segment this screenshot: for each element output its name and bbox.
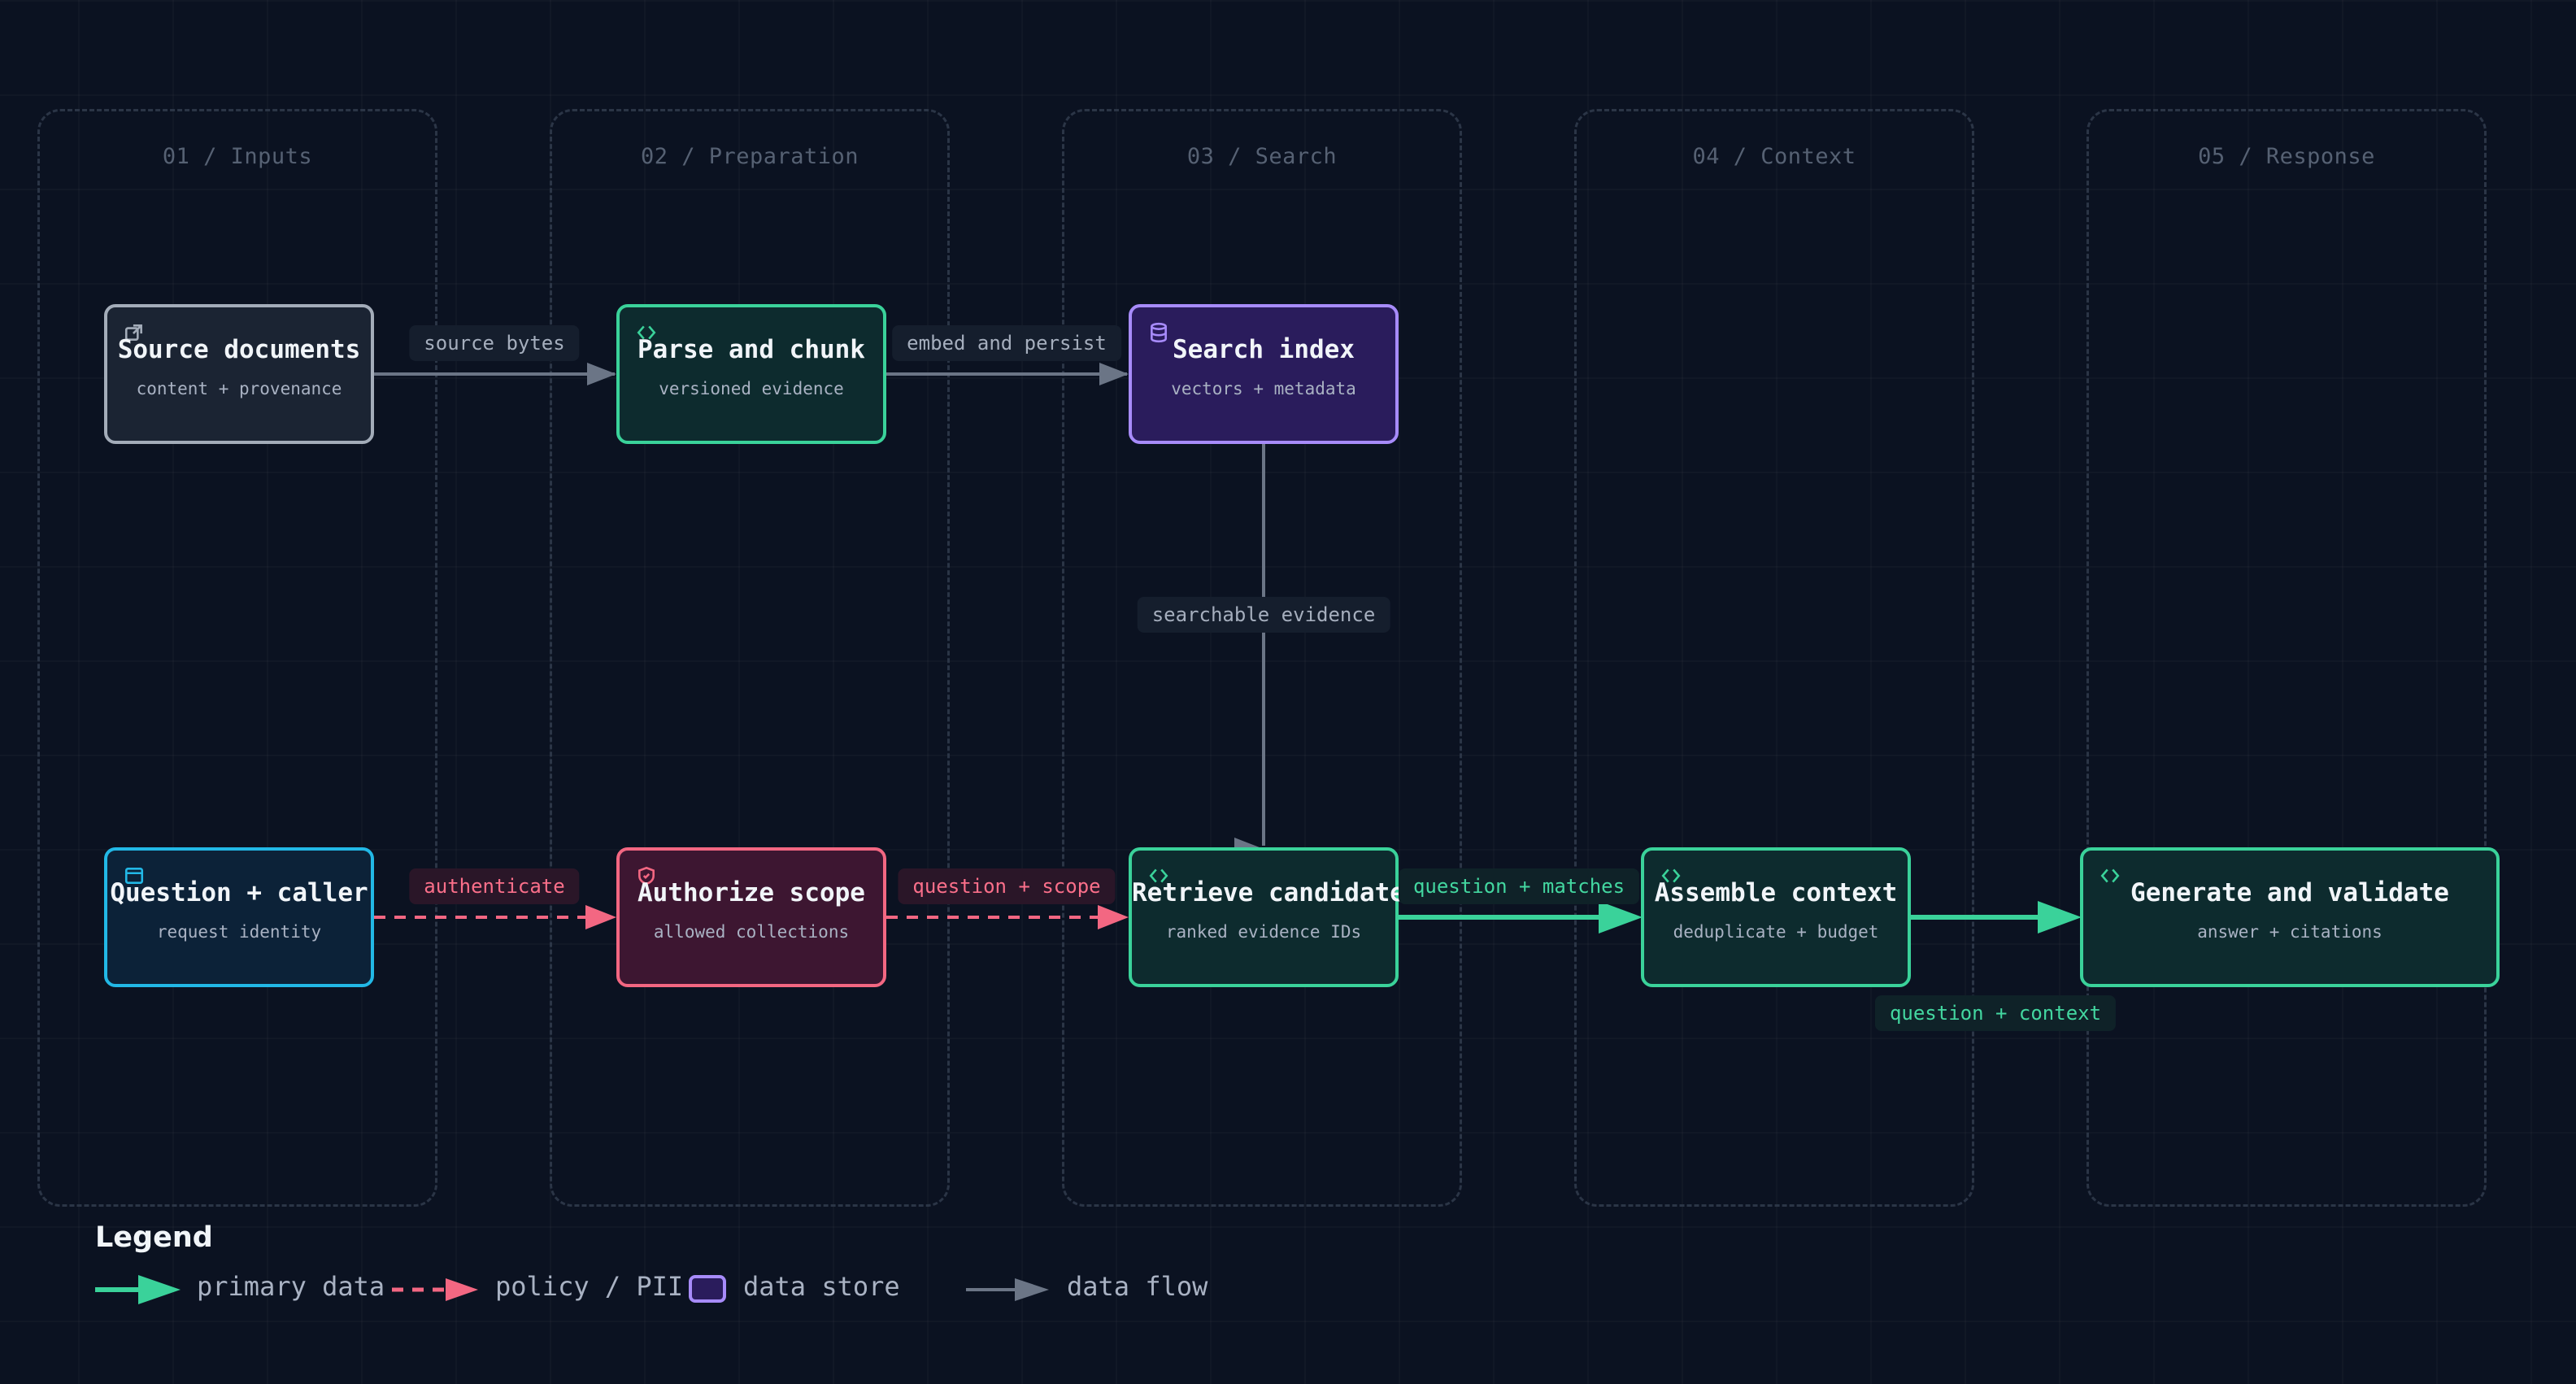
arrowhead xyxy=(585,905,616,929)
node-source-documents[interactable]: Source documents content + provenance xyxy=(104,304,374,444)
node-subtitle: content + provenance xyxy=(136,379,342,398)
architecture-diagram: 01 / Inputs 02 / Preparation 03 / Search… xyxy=(0,0,2576,1384)
edge-label-authenticate: authenticate xyxy=(409,868,580,904)
node-subtitle: vectors + metadata xyxy=(1171,379,1356,398)
node-title: Assemble context xyxy=(1654,878,1898,907)
node-subtitle: ranked evidence IDs xyxy=(1165,922,1362,942)
node-subtitle: answer + citations xyxy=(2197,922,2382,942)
arrowhead xyxy=(1099,363,1129,385)
legend-policy-arrow-icon xyxy=(446,1278,478,1301)
node-retrieve-candidates[interactable]: Retrieve candidates ranked evidence IDs xyxy=(1129,847,1421,987)
legend-flow-label: data flow xyxy=(1067,1271,1208,1302)
edge-label-searchable-evidence: searchable evidence xyxy=(1137,597,1390,633)
arrowhead xyxy=(2038,901,2082,934)
legend-policy-label: policy / PII xyxy=(495,1271,684,1302)
node-subtitle: versioned evidence xyxy=(659,379,844,398)
node-subtitle: deduplicate + budget xyxy=(1673,922,1879,942)
node-title: Retrieve candidates xyxy=(1132,878,1421,907)
node-authorize-scope[interactable]: Authorize scope allowed collections xyxy=(616,847,886,987)
legend-primary-arrow-icon xyxy=(138,1275,181,1304)
edge-label-question-context: question + context xyxy=(1874,995,2117,1031)
connector-layer xyxy=(95,363,2082,1304)
arrowhead xyxy=(1098,905,1129,929)
edge-label-question-matches: question + matches xyxy=(1398,868,1640,904)
node-title: Question + caller xyxy=(110,878,368,907)
node-assemble-context[interactable]: Assemble context deduplicate + budget xyxy=(1641,847,1911,987)
node-subtitle: allowed collections xyxy=(653,922,850,942)
node-parse-and-chunk[interactable]: Parse and chunk versioned evidence xyxy=(616,304,886,444)
node-generate-and-validate[interactable]: Generate and validate answer + citations xyxy=(2080,847,2500,987)
node-subtitle: request identity xyxy=(156,922,322,942)
arrowhead xyxy=(1599,901,1643,934)
legend-flow-arrow-icon xyxy=(1015,1278,1049,1301)
node-title: Generate and validate xyxy=(2130,878,2449,907)
node-title: Authorize scope xyxy=(637,878,865,907)
legend-store-label: data store xyxy=(743,1271,900,1302)
legend-store-swatch-icon xyxy=(689,1275,726,1303)
arrowhead xyxy=(587,363,616,385)
legend-title: Legend xyxy=(95,1221,213,1254)
node-title: Parse and chunk xyxy=(637,335,865,364)
node-search-index[interactable]: Search index vectors + metadata xyxy=(1129,304,1399,444)
edge-label-source-bytes: source bytes xyxy=(409,325,580,361)
edge-label-embed-and-persist: embed and persist xyxy=(892,325,1121,361)
node-question-caller[interactable]: Question + caller request identity xyxy=(104,847,374,987)
edge-label-question-scope: question + scope xyxy=(898,868,1116,904)
node-title: Source documents xyxy=(117,335,361,364)
node-title: Search index xyxy=(1173,335,1355,364)
legend-primary-label: primary data xyxy=(197,1271,385,1302)
